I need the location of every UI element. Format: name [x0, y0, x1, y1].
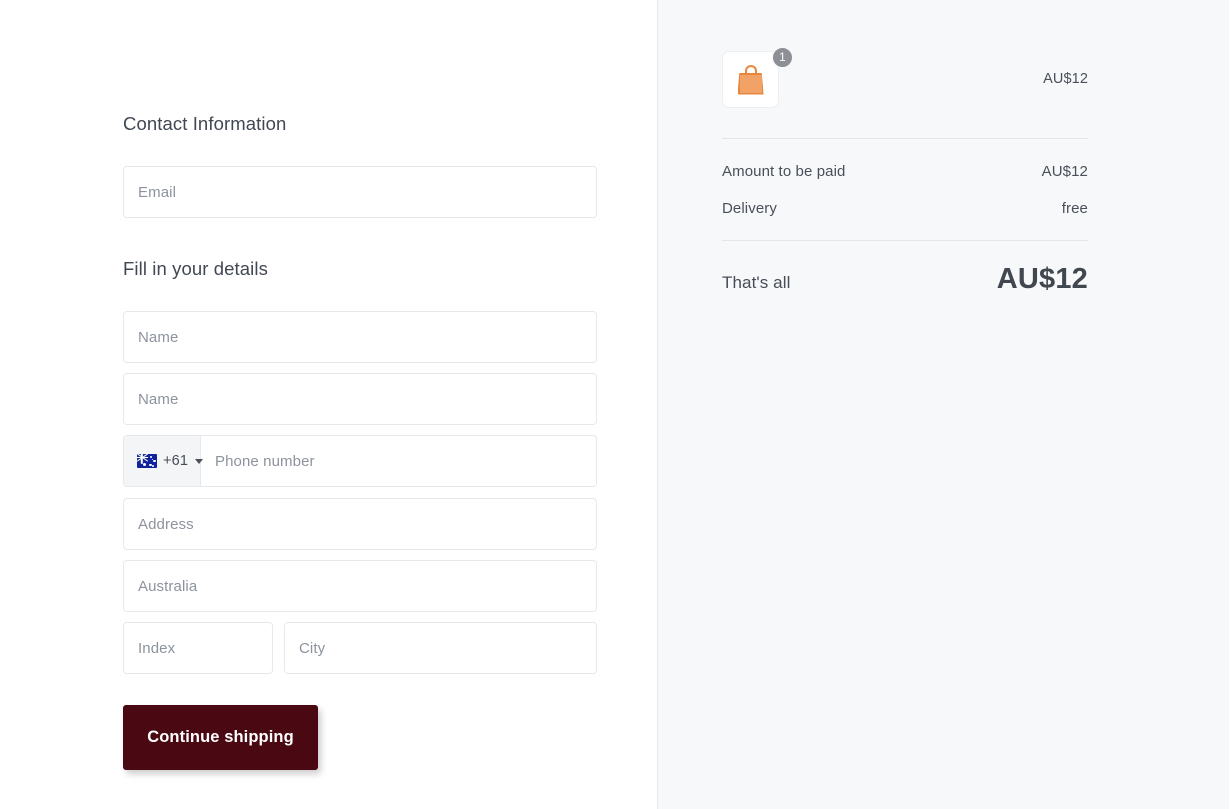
summary-row-amount-label: Amount to be paid: [722, 163, 846, 180]
summary-total-value: AU$12: [996, 263, 1088, 295]
summary-total-label: That's all: [722, 273, 791, 292]
checkout-page: Contact Information Email Fill in your d…: [0, 0, 1230, 809]
cart-item-row: 1 AU$12: [722, 47, 1088, 111]
cart-item-thumbnail[interactable]: 1: [722, 47, 793, 111]
continue-shipping-button[interactable]: Continue shipping: [123, 705, 318, 770]
country-dial-code-selector[interactable]: +61: [124, 436, 204, 486]
fill-in-your-details-heading: Fill in your details: [123, 258, 268, 279]
product-image: [722, 51, 779, 108]
cart-item-price: AU$12: [1043, 71, 1088, 87]
contact-information-heading: Contact Information: [123, 113, 287, 134]
phone-number-row: +61 Phone number: [123, 435, 597, 487]
summary-row-delivery-value: free: [1061, 200, 1088, 217]
order-summary-pane: 1 AU$12 Amount to be paid AU$12 Delivery…: [658, 0, 1229, 809]
summary-row-delivery-label: Delivery: [722, 200, 777, 217]
summary-total-row: That's all AU$12: [722, 263, 1088, 296]
summary-divider-bottom: [722, 240, 1088, 241]
country-select[interactable]: Australia: [123, 560, 597, 612]
summary-row-amount-value: AU$12: [1041, 163, 1088, 180]
address-input[interactable]: Address: [123, 498, 597, 550]
last-name-input[interactable]: Name: [123, 373, 597, 425]
summary-row-amount: Amount to be paid AU$12: [722, 163, 1088, 180]
checkout-form-pane: Contact Information Email Fill in your d…: [0, 0, 658, 809]
index-input[interactable]: Index: [123, 622, 273, 674]
dial-code-label: +61: [163, 453, 189, 469]
summary-row-delivery: Delivery free: [722, 200, 1088, 217]
australia-flag-icon: [137, 454, 157, 468]
email-input[interactable]: Email: [123, 166, 597, 218]
order-summary-container: 1 AU$12 Amount to be paid AU$12 Delivery…: [722, 0, 1088, 296]
first-name-input[interactable]: Name: [123, 311, 597, 363]
quantity-badge: 1: [772, 47, 793, 68]
index-city-row: Index City: [123, 622, 597, 674]
shopping-bag-icon: [737, 64, 765, 95]
form-fields-container: Contact Information Email Fill in your d…: [123, 0, 597, 770]
city-input[interactable]: City: [284, 622, 597, 674]
summary-divider-top: [722, 138, 1088, 139]
phone-number-input[interactable]: Phone number: [201, 436, 596, 486]
